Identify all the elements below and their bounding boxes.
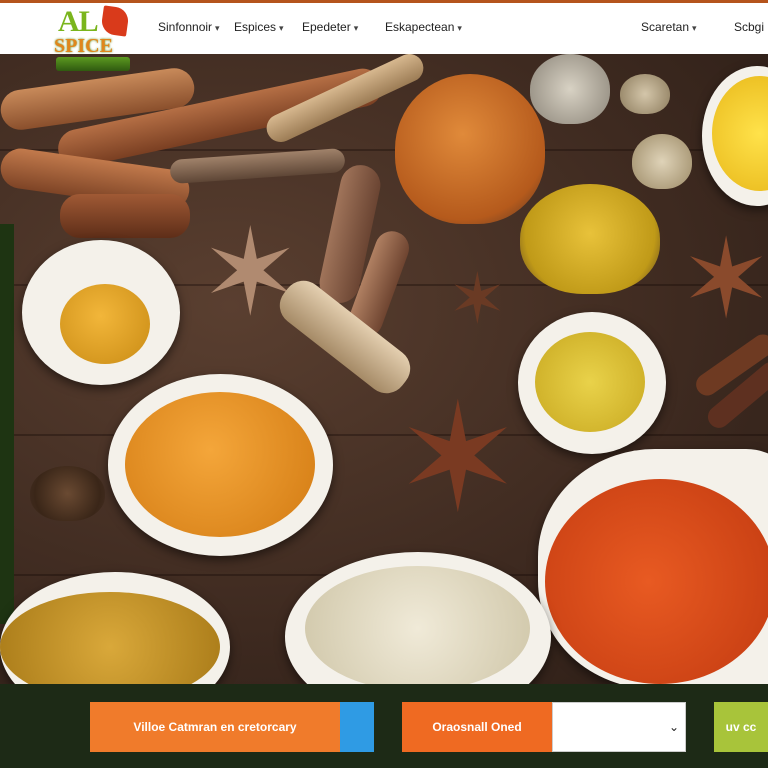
nav-item-label: Sinfonnoir xyxy=(158,20,213,34)
leaf-icon xyxy=(100,5,130,37)
logo-text-secondary: SPICE xyxy=(54,35,113,57)
nav-item-eskapectean[interactable]: Eskapectean ▾ xyxy=(385,20,462,34)
chevron-down-icon: ▾ xyxy=(215,23,220,33)
star-anise-icon: ✶ xyxy=(448,258,507,340)
white-pepper-powder xyxy=(305,566,530,684)
cinnamon-powder-pile xyxy=(395,74,545,224)
primary-cta-accent[interactable] xyxy=(340,702,374,752)
hero-spices-image: ✶ ✶ ✶ ✶ xyxy=(0,54,768,684)
nav-item-label: Scbgi xyxy=(734,20,765,34)
nav-item-espices[interactable]: Espices ▾ xyxy=(234,20,284,34)
site-logo[interactable]: AL SPICE xyxy=(52,5,134,75)
nav-item-label: Epedeter xyxy=(302,20,351,34)
turmeric-powder xyxy=(60,284,150,364)
nav-item-label: Eskapectean xyxy=(385,20,455,34)
garlic-clove xyxy=(620,74,670,114)
chevron-down-icon: ▾ xyxy=(457,23,462,33)
chili-powder xyxy=(545,479,768,684)
tertiary-cta-button[interactable]: uv cc xyxy=(714,702,768,752)
logo-text-primary: AL xyxy=(58,5,99,38)
chevron-down-icon: ▾ xyxy=(279,23,284,33)
garlic-clove xyxy=(632,134,692,189)
nav-item-epedeter[interactable]: Epedeter ▾ xyxy=(302,20,358,34)
option-select[interactable]: ⌄ xyxy=(552,702,686,752)
cardamom-pod xyxy=(169,147,346,185)
star-anise-icon: ✶ xyxy=(395,372,521,546)
star-anise-icon: ✶ xyxy=(680,215,768,343)
nav-item-sinfonnoir[interactable]: Sinfonnoir ▾ xyxy=(158,20,220,34)
turmeric-powder xyxy=(125,392,315,537)
nav-item-label: Espices xyxy=(234,20,277,34)
chevron-down-icon: ▾ xyxy=(692,23,697,33)
mustard-powder-pile xyxy=(520,184,660,294)
nav-item-scbgi[interactable]: Scbgi xyxy=(734,20,764,34)
chevron-down-icon: ⌄ xyxy=(668,720,679,734)
curry-powder xyxy=(535,332,645,432)
secondary-cta-button[interactable]: Oraosnall Oned xyxy=(402,702,552,752)
nav-item-label: Scaretan xyxy=(641,20,690,34)
nav-item-scaretan[interactable]: Scaretan ▾ xyxy=(641,20,697,34)
grass-decoration xyxy=(56,57,130,71)
nutmeg-pod xyxy=(60,194,190,238)
primary-cta-button[interactable]: Villoe Catmran en cretorcary xyxy=(90,702,340,752)
chevron-down-icon: ▾ xyxy=(353,23,359,33)
peppercorns xyxy=(30,466,105,521)
side-accent-bar xyxy=(0,224,14,624)
garlic-clove xyxy=(530,54,610,124)
